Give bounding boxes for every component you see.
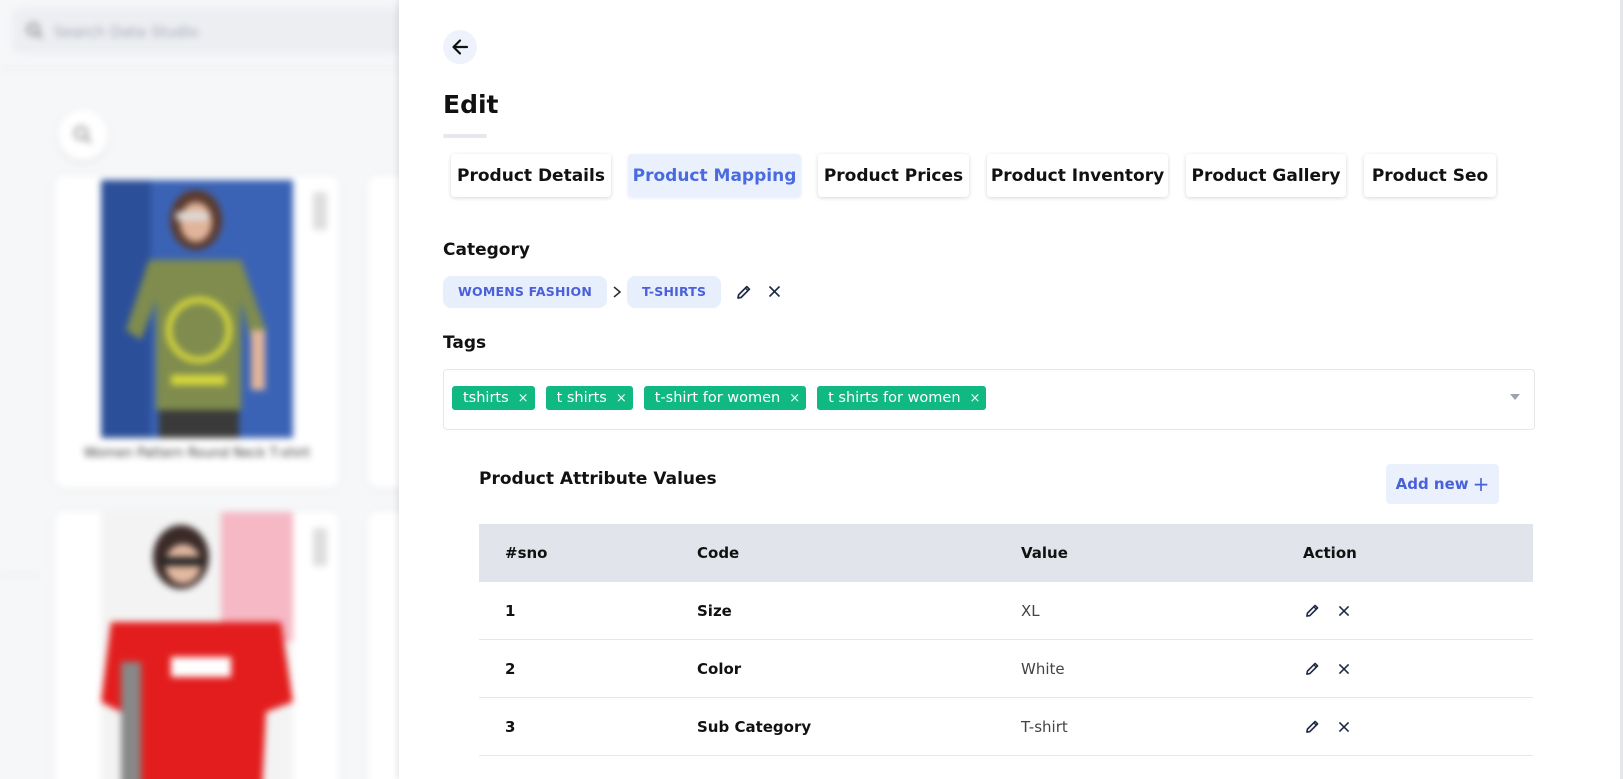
tab-product-inventory[interactable]: Product Inventory bbox=[987, 154, 1168, 197]
edit-panel: Edit Product Details Product Mapping Pro… bbox=[399, 0, 1623, 779]
category-breadcrumb: WOMENS FASHION T-SHIRTS bbox=[443, 275, 785, 308]
table-row: 3 Sub Category T-shirt bbox=[479, 697, 1533, 756]
background-search-placeholder: Search Data Studio bbox=[54, 23, 199, 41]
tag-list: tshirts × t shirts × t-shirt for women × t … bbox=[452, 386, 987, 410]
tag-label: t shirts bbox=[556, 390, 607, 406]
remove-tag-icon[interactable]: × bbox=[970, 391, 981, 406]
tag-label: t-shirt for women bbox=[654, 390, 781, 406]
delete-row-button[interactable] bbox=[1335, 602, 1353, 620]
tag-label: t shirts for women bbox=[828, 390, 961, 406]
page-title: Edit bbox=[443, 90, 499, 119]
column-header-code: Code bbox=[697, 544, 740, 562]
add-attribute-label: Add new bbox=[1395, 475, 1469, 493]
pencil-icon bbox=[737, 285, 751, 299]
arrow-left-icon bbox=[452, 39, 469, 55]
tag-chip: t shirts × bbox=[545, 386, 633, 410]
column-header-sno: #sno bbox=[505, 544, 548, 562]
cell-value: White bbox=[995, 639, 1277, 698]
cell-sno: 1 bbox=[479, 582, 671, 640]
cell-code: Size bbox=[671, 582, 995, 640]
tag-chip: tshirts × bbox=[452, 386, 535, 410]
background-product-card bbox=[368, 176, 400, 488]
attributes-title: Product Attribute Values bbox=[479, 469, 717, 489]
search-icon bbox=[26, 22, 43, 39]
delete-row-button[interactable] bbox=[1335, 718, 1353, 736]
table-row: 2 Color White bbox=[479, 639, 1533, 698]
remove-tag-icon[interactable]: × bbox=[518, 391, 529, 406]
background-app: Search Data Studio Women Pattern Round N… bbox=[0, 0, 400, 779]
column-header-action: Action bbox=[1303, 544, 1357, 562]
tags-label: Tags bbox=[443, 333, 487, 353]
column-header-value: Value bbox=[1021, 544, 1068, 562]
background-divider bbox=[0, 68, 400, 69]
remove-category-button[interactable] bbox=[763, 281, 785, 303]
search-icon bbox=[73, 125, 92, 144]
close-icon bbox=[1338, 721, 1350, 732]
background-product-card bbox=[55, 512, 339, 779]
cell-action bbox=[1277, 639, 1533, 698]
close-icon bbox=[1338, 663, 1350, 674]
product-image bbox=[101, 512, 293, 779]
cell-sno: 2 bbox=[479, 639, 671, 698]
cell-code: Color bbox=[671, 639, 995, 698]
pencil-icon bbox=[313, 192, 327, 230]
tab-product-details[interactable]: Product Details bbox=[451, 154, 611, 197]
tags-input[interactable]: tshirts × t shirts × t-shirt for women × t … bbox=[443, 369, 1535, 430]
background-search-button bbox=[58, 110, 108, 160]
add-attribute-button[interactable]: Add new + bbox=[1386, 464, 1499, 504]
close-icon bbox=[768, 285, 780, 298]
edit-row-button[interactable] bbox=[1303, 660, 1321, 678]
pencil-icon bbox=[313, 528, 327, 566]
remove-tag-icon[interactable]: × bbox=[616, 391, 627, 406]
category-chip-womens-fashion[interactable]: WOMENS FASHION bbox=[443, 275, 607, 308]
tab-product-mapping[interactable]: Product Mapping bbox=[628, 154, 801, 197]
edit-row-button[interactable] bbox=[1303, 718, 1321, 736]
remove-tag-icon[interactable]: × bbox=[789, 391, 800, 406]
tab-product-prices[interactable]: Product Prices bbox=[818, 154, 969, 197]
background-search-bar: Search Data Studio bbox=[12, 8, 400, 54]
close-icon bbox=[1338, 605, 1350, 616]
edit-category-button[interactable] bbox=[733, 281, 755, 303]
back-button[interactable] bbox=[443, 30, 477, 64]
pencil-icon bbox=[1305, 720, 1318, 733]
edit-row-button[interactable] bbox=[1303, 602, 1321, 620]
table-header-row: #sno Code Value Action bbox=[479, 524, 1533, 582]
attributes-table: #sno Code Value Action 1 Size XL 2 Color… bbox=[479, 524, 1533, 756]
tab-product-seo[interactable]: Product Seo bbox=[1364, 154, 1496, 197]
cell-action bbox=[1277, 697, 1533, 756]
background-card-caption: Women Pattern Round Neck T-shirt bbox=[83, 446, 311, 461]
plus-icon: + bbox=[1472, 472, 1490, 496]
cell-value: T-shirt bbox=[995, 697, 1277, 756]
category-chip-t-shirts[interactable]: T-SHIRTS bbox=[627, 275, 722, 308]
pencil-icon bbox=[1305, 662, 1318, 675]
background-divider bbox=[0, 575, 40, 576]
delete-row-button[interactable] bbox=[1335, 660, 1353, 678]
product-image bbox=[101, 180, 293, 438]
background-product-card bbox=[368, 512, 400, 779]
caret-down-icon[interactable] bbox=[1510, 394, 1520, 400]
tag-chip: t-shirt for women × bbox=[643, 386, 807, 410]
tag-label: tshirts bbox=[463, 390, 509, 406]
category-label: Category bbox=[443, 240, 530, 260]
tag-chip: t shirts for women × bbox=[817, 386, 987, 410]
table-row: 1 Size XL bbox=[479, 582, 1533, 640]
pencil-icon bbox=[1305, 604, 1318, 617]
cell-code: Sub Category bbox=[671, 697, 995, 756]
background-product-card: Women Pattern Round Neck T-shirt bbox=[55, 176, 339, 488]
cell-value: XL bbox=[995, 582, 1277, 640]
cell-sno: 3 bbox=[479, 697, 671, 756]
cell-action bbox=[1277, 582, 1533, 640]
title-underline bbox=[443, 134, 487, 138]
tab-product-gallery[interactable]: Product Gallery bbox=[1186, 154, 1346, 197]
chevron-right-icon bbox=[607, 285, 627, 299]
